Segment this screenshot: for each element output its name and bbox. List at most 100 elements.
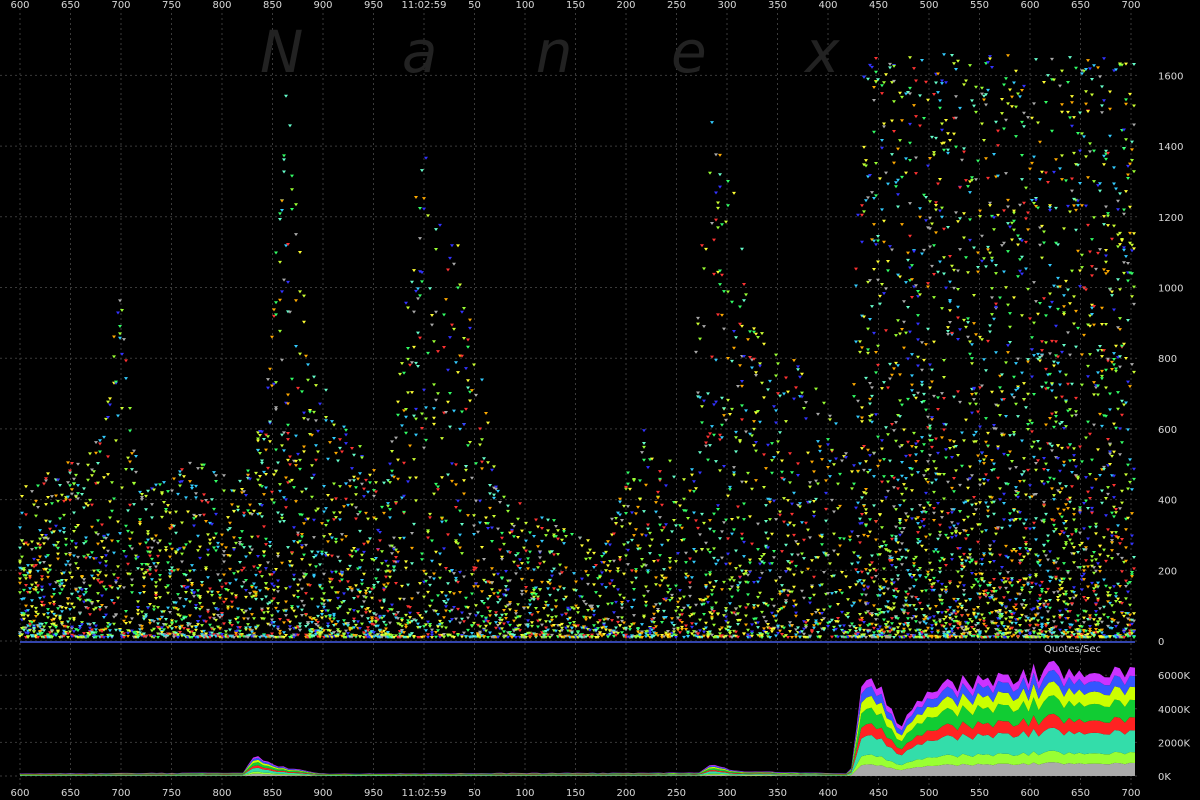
- quote-mark: [730, 300, 734, 304]
- quote-mark: [738, 605, 742, 609]
- quote-mark: [270, 614, 274, 618]
- quote-mark: [896, 630, 900, 634]
- quote-mark: [792, 573, 796, 577]
- quote-mark: [116, 520, 120, 524]
- quote-mark: [692, 560, 696, 564]
- quote-mark: [332, 617, 336, 621]
- quote-mark: [366, 490, 370, 494]
- quote-mark: [824, 491, 828, 495]
- quote-mark: [586, 574, 590, 578]
- quote-mark: [64, 537, 68, 541]
- quote-mark: [130, 452, 134, 456]
- quote-mark: [518, 566, 522, 570]
- quote-mark: [792, 585, 796, 589]
- quote-mark: [366, 541, 370, 545]
- quote-mark: [122, 338, 126, 342]
- quote-mark: [108, 397, 112, 401]
- quote-mark: [234, 541, 238, 545]
- quote-mark: [528, 531, 532, 535]
- quote-mark: [88, 613, 92, 617]
- quote-mark: [530, 613, 534, 617]
- quote-mark: [924, 491, 928, 495]
- quote-mark: [914, 446, 918, 450]
- quote-mark: [956, 390, 960, 394]
- quote-mark: [778, 592, 782, 596]
- quote-mark: [916, 598, 920, 602]
- quote-mark: [416, 331, 420, 335]
- quote-mark: [908, 56, 912, 60]
- quote-mark: [214, 512, 218, 516]
- quote-mark: [278, 217, 282, 221]
- quote-mark: [880, 283, 884, 287]
- quote-mark: [642, 441, 646, 445]
- quote-mark: [496, 595, 500, 599]
- quote-mark: [526, 606, 530, 610]
- quote-mark: [268, 545, 272, 549]
- quote-mark: [178, 597, 182, 601]
- quote-mark: [862, 628, 866, 632]
- quote-mark: [88, 452, 92, 456]
- quote-mark: [408, 444, 412, 448]
- quote-mark: [222, 489, 226, 493]
- quote-mark: [778, 576, 782, 580]
- quote-mark: [388, 516, 392, 520]
- quote-mark: [332, 482, 336, 486]
- quote-mark: [862, 315, 866, 319]
- quote-mark: [886, 480, 890, 484]
- quote-mark: [740, 379, 744, 383]
- quote-mark: [310, 464, 314, 468]
- quote-mark: [626, 471, 630, 475]
- quote-mark: [864, 568, 868, 572]
- quote-mark: [230, 623, 234, 627]
- quote-mark: [762, 561, 766, 565]
- quote-mark: [444, 601, 448, 605]
- quote-mark: [650, 538, 654, 542]
- quote-mark: [520, 529, 524, 533]
- quote-mark: [664, 523, 668, 527]
- quote-mark: [466, 345, 470, 349]
- quote-mark: [364, 611, 368, 615]
- quote-mark: [916, 364, 920, 368]
- quote-mark: [464, 464, 468, 468]
- quote-mark: [956, 305, 960, 309]
- quote-mark: [52, 603, 56, 607]
- quote-mark: [920, 59, 924, 63]
- quote-mark: [948, 623, 952, 627]
- quote-mark: [76, 567, 80, 571]
- quote-mark: [810, 630, 814, 634]
- quote-mark: [354, 517, 358, 521]
- quote-mark: [736, 385, 740, 389]
- quote-mark: [930, 630, 934, 634]
- quote-mark: [726, 494, 730, 498]
- quote-mark: [666, 539, 670, 543]
- quote-mark: [60, 610, 64, 614]
- quote-mark: [934, 478, 938, 482]
- quote-mark: [704, 247, 708, 251]
- quote-mark: [184, 573, 188, 577]
- quote-mark: [350, 589, 354, 593]
- quote-mark: [936, 611, 940, 615]
- quote-mark: [668, 557, 672, 561]
- quote-mark: [334, 497, 338, 501]
- quote-mark: [788, 621, 792, 625]
- quote-mark: [372, 494, 376, 498]
- quote-mark: [860, 593, 864, 597]
- quote-mark: [774, 634, 778, 638]
- quote-mark: [912, 250, 916, 254]
- quote-mark: [66, 461, 70, 465]
- quote-mark: [948, 280, 952, 284]
- quote-mark: [280, 290, 284, 294]
- quote-mark: [808, 597, 812, 601]
- quote-mark: [352, 453, 356, 457]
- quote-mark: [956, 288, 960, 292]
- quote-mark: [400, 619, 404, 623]
- quote-mark: [854, 340, 858, 344]
- quote-mark: [934, 201, 938, 205]
- quote-mark: [530, 579, 534, 583]
- quote-mark: [526, 561, 530, 565]
- quote-mark: [818, 449, 822, 453]
- quote-mark: [732, 329, 736, 333]
- quote-mark: [118, 324, 122, 328]
- quote-mark: [250, 535, 254, 539]
- quote-mark: [30, 599, 34, 603]
